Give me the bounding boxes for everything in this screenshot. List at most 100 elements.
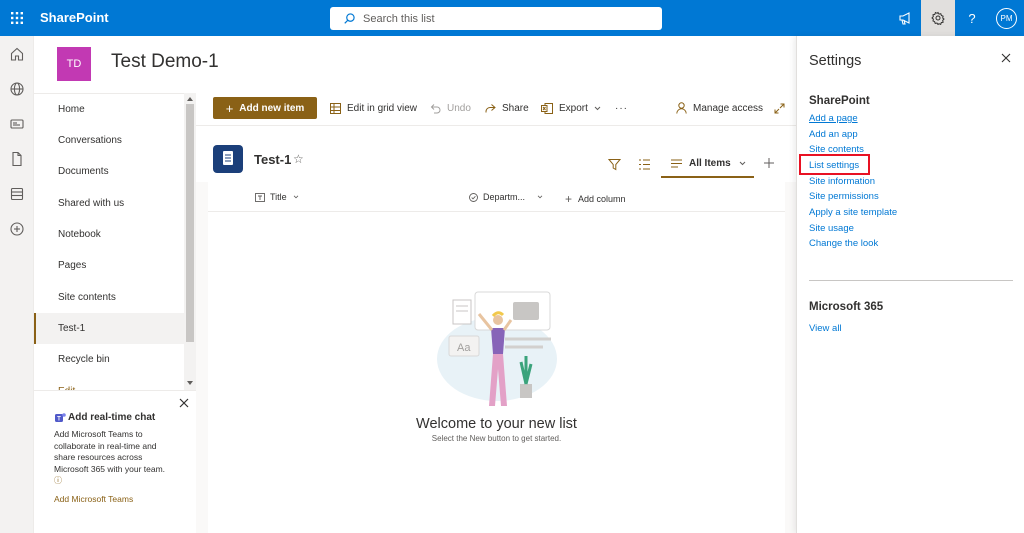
add-view-icon[interactable] xyxy=(763,157,775,169)
nav-item-edit[interactable]: Edit xyxy=(34,376,184,390)
undo-icon xyxy=(430,103,441,113)
nav-item-site-contents[interactable]: Site contents xyxy=(34,282,184,313)
view-options-icon[interactable] xyxy=(638,158,651,171)
empty-list-subtitle: Select the New button to get started. xyxy=(431,434,562,443)
site-logo[interactable]: TD xyxy=(57,47,91,81)
export-button[interactable]: Export xyxy=(541,97,607,119)
share-icon xyxy=(485,103,496,112)
search-icon xyxy=(344,13,355,24)
view-name: All Items xyxy=(689,157,731,169)
settings-divider xyxy=(809,280,1013,281)
column-header-row: Title Departm... + Add column xyxy=(208,182,785,212)
add-a-page-link[interactable]: Add a page xyxy=(809,113,858,124)
manage-access-label: Manage access xyxy=(693,102,764,114)
plus-icon: + xyxy=(225,100,234,116)
chevron-down-icon xyxy=(293,195,298,199)
settings-pane: Settings SharePoint Add a page Add an ap… xyxy=(796,36,1024,533)
chevron-down-icon xyxy=(739,161,746,165)
news-icon[interactable] xyxy=(9,116,25,132)
list-icon xyxy=(213,145,243,173)
empty-list-illustration: Aa xyxy=(437,291,557,406)
choice-column-icon xyxy=(469,192,478,202)
column-title-label: Title xyxy=(270,192,287,202)
site-title[interactable]: Test Demo-1 xyxy=(111,51,219,73)
teams-promo-card: T Add real-time chat Add Microsoft Teams… xyxy=(34,391,196,533)
close-icon[interactable] xyxy=(1001,53,1011,63)
apply-site-template-link[interactable]: Apply a site template xyxy=(809,207,897,218)
home-icon[interactable] xyxy=(9,46,25,62)
export-label: Export xyxy=(559,102,588,114)
settings-pane-title: Settings xyxy=(809,53,862,69)
left-navigation: Home Conversations Documents Shared with… xyxy=(34,93,196,390)
person-icon xyxy=(676,102,687,114)
nav-item-home[interactable]: Home xyxy=(34,94,184,125)
lists-icon[interactable] xyxy=(9,186,25,202)
teams-card-description: Add Microsoft Teams to collaborate in re… xyxy=(54,429,166,486)
close-icon[interactable] xyxy=(179,398,189,408)
share-button[interactable]: Share xyxy=(485,97,529,119)
chevron-down-icon xyxy=(594,106,601,110)
edit-grid-label: Edit in grid view xyxy=(347,102,418,114)
globe-icon[interactable] xyxy=(9,81,25,97)
app-launcher-icon[interactable] xyxy=(0,0,34,36)
add-new-item-label: Add new item xyxy=(239,102,305,114)
search-placeholder: Search this list xyxy=(363,12,435,25)
nav-item-shared-with-us[interactable]: Shared with us xyxy=(34,188,184,219)
nav-item-recycle-bin[interactable]: Recycle bin xyxy=(34,344,184,375)
share-label: Share xyxy=(502,102,529,114)
add-column-button[interactable]: + Add column xyxy=(565,192,626,206)
nav-item-documents[interactable]: Documents xyxy=(34,156,184,187)
expand-icon[interactable] xyxy=(774,97,791,119)
command-bar: + Add new item Edit in grid view Undo Sh… xyxy=(196,93,796,125)
search-box[interactable]: Search this list xyxy=(330,7,662,30)
list-title[interactable]: Test-1 xyxy=(254,152,291,167)
edit-grid-view-button[interactable]: Edit in grid view xyxy=(330,97,417,119)
add-an-app-link[interactable]: Add an app xyxy=(809,129,858,140)
add-column-label: Add column xyxy=(578,194,626,204)
scroll-up-icon[interactable] xyxy=(186,96,194,102)
sharepoint-heading: SharePoint xyxy=(809,95,870,107)
megaphone-icon[interactable] xyxy=(888,0,922,36)
favorite-star-icon[interactable]: ☆ xyxy=(293,152,304,166)
undo-button[interactable]: Undo xyxy=(430,97,471,119)
scroll-down-icon[interactable] xyxy=(186,380,194,386)
help-icon[interactable]: ? xyxy=(955,0,989,36)
nav-item-pages[interactable]: Pages xyxy=(34,250,184,281)
nav-item-test-1[interactable]: Test-1 xyxy=(34,313,184,344)
sharepoint-brand-link[interactable]: SharePoint xyxy=(40,10,109,25)
text-column-icon xyxy=(255,192,265,202)
filter-icon[interactable] xyxy=(608,158,621,171)
add-new-item-button[interactable]: + Add new item xyxy=(213,97,317,119)
column-header-department[interactable]: Departm... xyxy=(469,192,548,202)
site-permissions-link[interactable]: Site permissions xyxy=(809,191,879,202)
suite-header: SharePoint Search this list ? PM xyxy=(0,0,1024,36)
change-the-look-link[interactable]: Change the look xyxy=(809,238,878,249)
gear-icon[interactable] xyxy=(921,0,955,36)
app-bar xyxy=(0,36,34,533)
site-information-link[interactable]: Site information xyxy=(809,176,875,187)
view-all-link[interactable]: View all xyxy=(809,323,842,334)
column-header-title[interactable]: Title xyxy=(255,192,304,202)
avatar[interactable]: PM xyxy=(996,8,1017,29)
document-icon[interactable] xyxy=(9,151,25,167)
more-button[interactable]: ··· xyxy=(615,97,628,119)
nav-scrollbar-thumb[interactable] xyxy=(186,104,194,342)
plus-icon: + xyxy=(565,192,573,206)
add-teams-link[interactable]: Add Microsoft Teams xyxy=(54,494,133,504)
create-icon[interactable] xyxy=(9,221,25,237)
site-usage-link[interactable]: Site usage xyxy=(809,223,854,234)
empty-list-title: Welcome to your new list xyxy=(416,416,577,432)
undo-label: Undo xyxy=(447,102,471,114)
svg-text:Aa: Aa xyxy=(457,342,471,354)
column-department-label: Departm... xyxy=(483,192,526,202)
info-icon[interactable]: ⓘ xyxy=(54,476,62,485)
manage-access-button[interactable]: Manage access xyxy=(676,97,763,119)
command-bar-divider xyxy=(196,125,796,126)
grid-icon xyxy=(330,102,341,114)
view-selector-all-items[interactable]: All Items xyxy=(661,150,754,178)
list-view-icon xyxy=(671,159,682,167)
nav-item-notebook[interactable]: Notebook xyxy=(34,219,184,250)
nav-item-conversations[interactable]: Conversations xyxy=(34,125,184,156)
chevron-down-icon xyxy=(537,195,543,199)
excel-icon xyxy=(541,102,553,114)
